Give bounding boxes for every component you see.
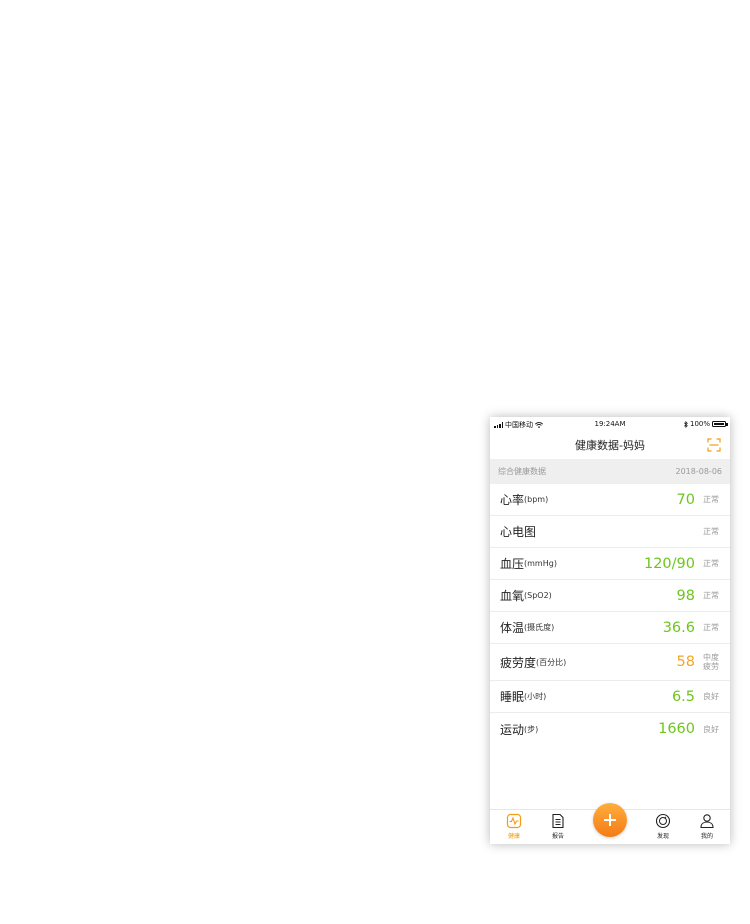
tab-bar: 健康 报告 发现 我的 [490,803,730,844]
battery-percent: 100% [689,420,710,428]
metric-value: 36.6 [662,619,695,636]
metric-name: 血压 [500,557,525,571]
page-title: 健康数据-妈妈 [575,439,645,452]
metric-status: 正常 [703,495,719,504]
tab-mine[interactable]: 我的 [693,813,721,840]
metric-unit: (小时) [524,692,547,701]
document-icon [552,813,564,829]
status-line: 中度 [703,653,719,662]
metric-row-heart-rate[interactable]: 心率 (bpm) 70 正常 [490,484,730,516]
metric-status: 正常 [703,623,719,632]
metric-status: 正常 [703,559,719,568]
metric-name: 心电图 [500,525,537,539]
metric-row-temperature[interactable]: 体温 (摄氏度) 36.6 正常 [490,612,730,644]
section-header: 综合健康数据 2018-08-06 [490,459,730,484]
metric-unit: (SpO2) [524,591,552,600]
metric-row-blood-pressure[interactable]: 血压 (mmHg) 120/90 正常 [490,548,730,580]
section-date: 2018-08-06 [675,467,723,476]
tab-label: 发现 [656,833,669,840]
metric-unit: (bpm) [524,495,549,504]
phone-screen: 中国移动 19:24AM 100% 健康数据-妈妈 综合健康数据 2018-08… [490,417,730,844]
metric-value: 98 [676,587,695,604]
battery-icon [712,421,728,427]
metric-name: 体温 [500,621,525,635]
metric-unit: (摄氏度) [524,623,555,632]
metric-value: 70 [676,491,695,508]
metric-status: 中度 疲劳 [702,653,720,671]
metric-unit: (百分比) [536,657,567,667]
status-bar: 中国移动 19:24AM 100% [490,417,730,432]
tab-health[interactable]: 健康 [500,813,528,840]
metric-list: 心率 (bpm) 70 正常 心电图 正常 血压 (mmHg) 120/90 正常 … [490,484,730,745]
tab-discover[interactable]: 发现 [649,813,677,840]
metric-name: 睡眠 [500,690,525,704]
tab-label: 报告 [551,833,564,840]
metric-unit: (mmHg) [524,559,557,568]
metric-row-sleep[interactable]: 睡眠 (小时) 6.5 良好 [490,681,730,713]
metric-row-steps[interactable]: 运动 (步) 1660 良好 [490,713,730,745]
metric-name: 血氧 [500,589,525,603]
section-label: 综合健康数据 [498,467,546,476]
compass-icon [655,813,671,829]
metric-row-blood-oxygen[interactable]: 血氧 (SpO2) 98 正常 [490,580,730,612]
metric-unit: (步) [524,724,539,734]
status-line: 疲劳 [703,662,719,671]
metric-status: 正常 [703,527,719,536]
metric-status: 正常 [703,591,719,600]
tab-label: 我的 [700,833,713,840]
add-button[interactable] [593,803,627,837]
navbar: 健康数据-妈妈 [490,432,730,459]
metric-status: 良好 [703,692,719,701]
scan-icon[interactable] [707,438,721,452]
metric-value: 6.5 [671,688,695,705]
tab-report[interactable]: 报告 [544,813,572,840]
metric-status: 良好 [703,724,719,734]
metric-name: 疲劳度 [500,655,537,670]
metric-row-ecg[interactable]: 心电图 正常 [490,516,730,548]
bluetooth-icon [684,420,688,428]
metric-value: 58 [676,654,695,670]
metric-name: 心率 [500,493,525,507]
user-icon [700,814,714,829]
metric-row-fatigue[interactable]: 疲劳度 (百分比) 58 中度 疲劳 [490,644,730,681]
heartbeat-icon [506,813,522,829]
metric-name: 运动 [500,722,525,737]
metric-value: 1660 [658,721,695,737]
metric-value: 120/90 [643,555,695,572]
tab-label: 健康 [507,833,520,840]
